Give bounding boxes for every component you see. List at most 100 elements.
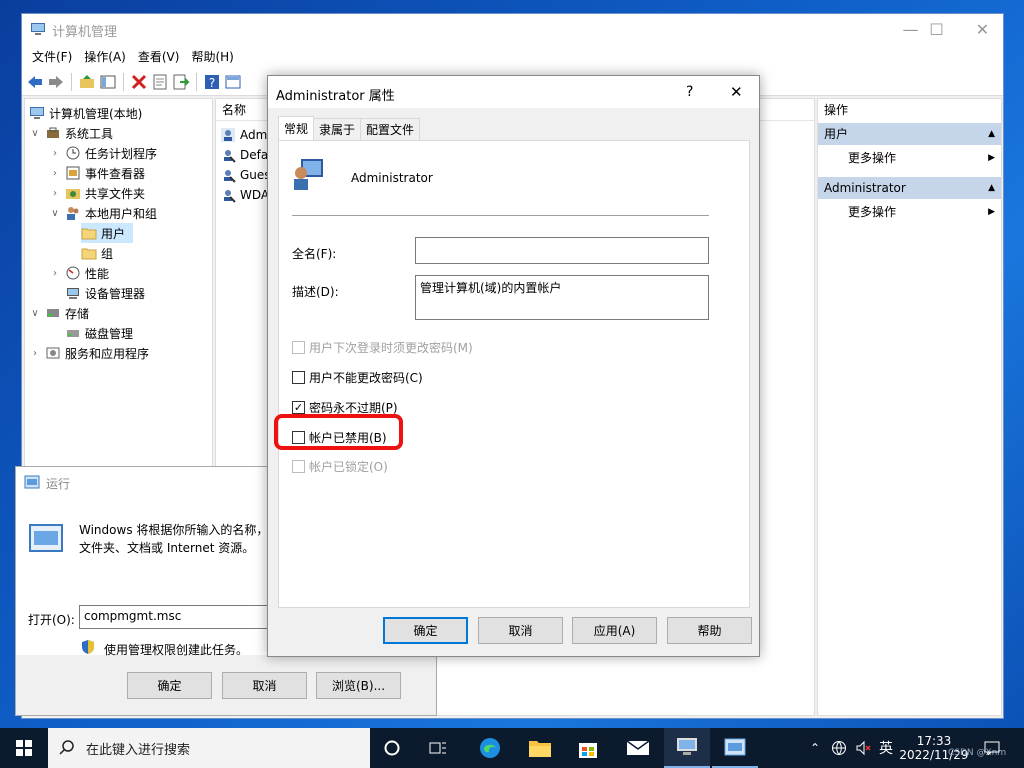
description-field[interactable]: 管理计算机(域)的内置帐户 — [415, 275, 709, 320]
network-tray-icon[interactable] — [828, 728, 850, 768]
globe-icon — [832, 741, 846, 756]
store-taskbar-button[interactable] — [566, 728, 610, 768]
edge-taskbar-button[interactable] — [468, 728, 512, 768]
view-icon[interactable] — [224, 73, 242, 91]
menu-view[interactable]: 查看(V) — [132, 48, 186, 65]
taskbar-search-box[interactable]: 在此键入进行搜索 — [48, 728, 370, 768]
help-icon[interactable]: ? — [203, 73, 221, 91]
menu-action[interactable]: 操作(A) — [78, 48, 132, 65]
chevron-right-icon[interactable]: › — [49, 148, 61, 159]
run-taskbar-button[interactable] — [712, 728, 758, 768]
properties-title-bar[interactable]: Administrator 属性 ? ✕ — [268, 76, 759, 108]
list-item[interactable]: WDA — [220, 185, 269, 205]
chevron-down-icon[interactable]: ∨ — [49, 208, 61, 219]
volume-tray-icon[interactable] — [852, 728, 874, 768]
checkbox-label: 用户不能更改密码(C) — [309, 371, 423, 385]
run-icon — [724, 738, 746, 756]
tree-item-groups[interactable]: 组 — [81, 243, 113, 263]
delete-icon[interactable] — [130, 73, 148, 91]
run-description-line: Windows 将根据你所输入的名称， — [79, 523, 269, 537]
clock-time: 17:33 — [916, 734, 952, 748]
file-explorer-taskbar-button[interactable] — [518, 728, 562, 768]
run-ok-button[interactable]: 确定 — [127, 672, 212, 699]
chevron-right-icon[interactable]: › — [49, 168, 61, 179]
input-method-indicator[interactable]: 英 — [874, 728, 898, 768]
tree-item-computer-management[interactable]: 计算机管理(本地) — [29, 103, 142, 123]
chevron-down-icon[interactable]: ∨ — [29, 128, 41, 139]
checkbox-box[interactable] — [292, 371, 305, 384]
tree-item-users[interactable]: 用户 — [81, 223, 133, 243]
close-button[interactable]: ✕ — [730, 83, 743, 101]
notification-center-button[interactable] — [976, 728, 1008, 768]
tab-general[interactable]: 常规 — [278, 116, 315, 140]
properties-apply-button[interactable]: 应用(A) — [572, 617, 657, 644]
tree-item-shared-folders[interactable]: › 共享文件夹 — [49, 183, 145, 203]
task-view-button[interactable] — [418, 728, 458, 768]
export-list-icon[interactable] — [172, 73, 190, 91]
tab-member-of[interactable]: 隶属于 — [313, 118, 362, 140]
tree-item-task-scheduler[interactable]: › 任务计划程序 — [49, 143, 157, 163]
store-bag-icon — [579, 743, 597, 758]
checkbox-must-change-password[interactable]: 用户下次登录时须更改密码(M) — [292, 339, 473, 356]
tree-item-event-viewer[interactable]: › 事件查看器 — [49, 163, 145, 183]
open-input[interactable]: compmgmt.msc — [79, 605, 279, 629]
list-item[interactable]: Gues — [220, 165, 271, 185]
show-hidden-icons-button[interactable]: ⌃ — [804, 728, 826, 768]
run-icon — [24, 475, 40, 489]
fullname-field[interactable] — [415, 237, 709, 264]
computer-management-taskbar-button[interactable] — [664, 728, 710, 768]
title-bar[interactable]: 计算机管理 — ☐ ✕ — [22, 14, 1003, 44]
chevron-right-icon[interactable]: › — [29, 348, 41, 359]
mail-taskbar-button[interactable] — [616, 728, 660, 768]
tree-item-storage[interactable]: ∨ 存储 — [29, 303, 89, 323]
back-arrow-icon[interactable] — [26, 73, 44, 91]
properties-cancel-button[interactable]: 取消 — [478, 617, 563, 644]
run-cancel-button[interactable]: 取消 — [222, 672, 307, 699]
tree-item-label: 本地用户和组 — [85, 206, 158, 221]
section-label: Administrator — [824, 181, 906, 195]
menu-help[interactable]: 帮助(H) — [185, 48, 239, 65]
tree-item-device-manager[interactable]: 设备管理器 — [65, 283, 145, 303]
tree-item-local-users-groups[interactable]: ∨ 本地用户和组 — [49, 203, 157, 223]
show-hide-tree-icon[interactable] — [99, 73, 117, 91]
tools-icon — [47, 127, 59, 138]
properties-icon[interactable] — [151, 73, 169, 91]
tree-item-services-applications[interactable]: › 服务和应用程序 — [29, 343, 149, 363]
chevron-down-icon[interactable]: ∨ — [29, 308, 41, 319]
checkmark-icon[interactable]: ✓ — [292, 401, 305, 414]
tree-item-performance[interactable]: › 性能 — [49, 263, 109, 283]
cortana-button[interactable] — [372, 728, 412, 768]
disk-icon — [67, 330, 79, 337]
properties-ok-button[interactable]: 确定 — [383, 617, 468, 644]
checkbox-account-locked[interactable]: 帐户已锁定(O) — [292, 458, 388, 475]
run-browse-button[interactable]: 浏览(B)... — [316, 672, 401, 699]
maximize-button[interactable]: ☐ — [914, 14, 959, 44]
list-item[interactable]: Admi — [220, 125, 271, 145]
checkbox-label: 用户下次登录时须更改密码(M) — [309, 341, 473, 355]
properties-help-button[interactable]: 帮助 — [667, 617, 752, 644]
chevron-up-icon: ⌃ — [809, 741, 821, 755]
tree-item-system-tools[interactable]: ∨ 系统工具 — [29, 123, 113, 143]
action-more-actions[interactable]: 更多操作 ▶ — [818, 201, 1001, 223]
folder-icon — [81, 228, 97, 240]
close-button[interactable]: ✕ — [960, 14, 1005, 44]
chevron-right-icon[interactable]: › — [49, 268, 61, 279]
collapse-triangle-icon[interactable]: ▲ — [988, 123, 995, 145]
section-label: 用户 — [824, 127, 849, 141]
shield-icon — [82, 640, 94, 654]
actions-section-administrator[interactable]: Administrator ▲ — [818, 177, 1001, 199]
chevron-right-icon[interactable]: › — [49, 188, 61, 199]
start-button[interactable] — [0, 728, 48, 768]
checkbox-cannot-change-password[interactable]: 用户不能更改密码(C) — [292, 369, 423, 386]
checkbox-box[interactable] — [292, 341, 305, 354]
actions-section-users[interactable]: 用户 ▲ — [818, 123, 1001, 145]
menu-file[interactable]: 文件(F) — [26, 48, 78, 65]
tree-item-disk-management[interactable]: 磁盘管理 — [65, 323, 133, 343]
help-button[interactable]: ? — [686, 84, 693, 100]
forward-arrow-icon[interactable] — [47, 73, 65, 91]
tab-profile[interactable]: 配置文件 — [360, 118, 421, 140]
collapse-triangle-icon[interactable]: ▲ — [988, 177, 995, 199]
action-more-actions[interactable]: 更多操作 ▶ — [818, 147, 1001, 169]
checkbox-box[interactable] — [292, 460, 305, 473]
up-folder-icon[interactable] — [78, 73, 96, 91]
